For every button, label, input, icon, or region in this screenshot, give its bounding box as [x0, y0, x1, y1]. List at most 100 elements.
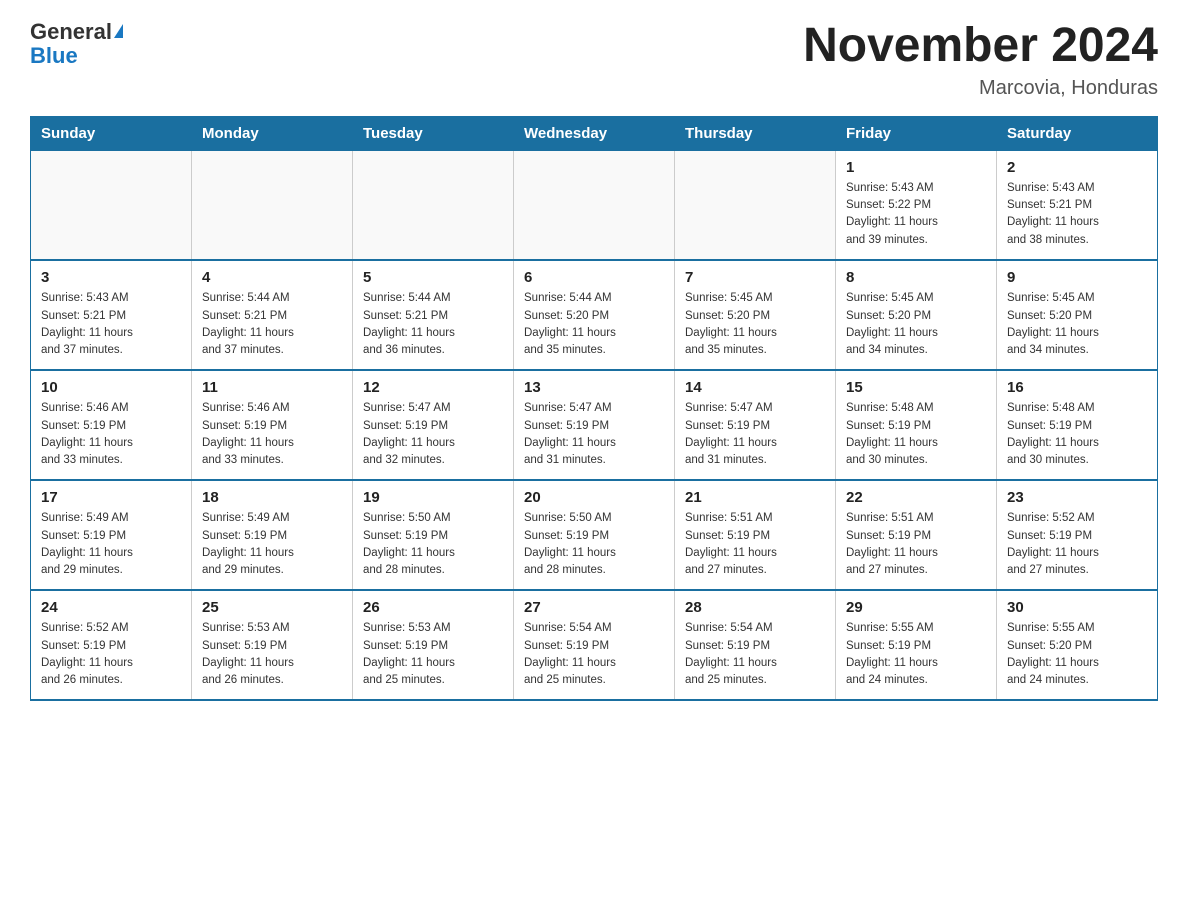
day-sun-info: Sunrise: 5:45 AM Sunset: 5:20 PM Dayligh… [1007, 290, 1147, 359]
logo-bottom: Blue [30, 44, 78, 68]
day-number: 30 [1007, 599, 1147, 616]
day-number: 3 [41, 269, 181, 286]
calendar-cell [192, 150, 353, 260]
weekday-header-friday: Friday [836, 116, 997, 150]
day-number: 1 [846, 159, 986, 176]
calendar-cell: 28 Sunrise: 5:54 AM Sunset: 5:19 PM Dayli… [675, 590, 836, 700]
day-sun-info: Sunrise: 5:52 AM Sunset: 5:19 PM Dayligh… [41, 620, 181, 689]
calendar-cell [675, 150, 836, 260]
day-number: 15 [846, 379, 986, 396]
day-sun-info: Sunrise: 5:48 AM Sunset: 5:19 PM Dayligh… [846, 400, 986, 469]
day-number: 28 [685, 599, 825, 616]
weekday-header-tuesday: Tuesday [353, 116, 514, 150]
calendar-header: SundayMondayTuesdayWednesdayThursdayFrid… [31, 116, 1158, 150]
day-sun-info: Sunrise: 5:47 AM Sunset: 5:19 PM Dayligh… [524, 400, 664, 469]
weekday-header-row: SundayMondayTuesdayWednesdayThursdayFrid… [31, 116, 1158, 150]
calendar-cell: 17 Sunrise: 5:49 AM Sunset: 5:19 PM Dayli… [31, 480, 192, 590]
day-number: 29 [846, 599, 986, 616]
calendar-cell: 20Sunrise: 5:50 AM Sunset: 5:19 PM Dayli… [514, 480, 675, 590]
day-sun-info: Sunrise: 5:44 AM Sunset: 5:21 PM Dayligh… [202, 290, 342, 359]
day-number: 21 [685, 489, 825, 506]
day-sun-info: Sunrise: 5:46 AM Sunset: 5:19 PM Dayligh… [41, 400, 181, 469]
day-sun-info: Sunrise: 5:43 AM Sunset: 5:21 PM Dayligh… [1007, 180, 1147, 249]
logo-blue-text: Blue [30, 43, 78, 68]
calendar-cell: 19 Sunrise: 5:50 AM Sunset: 5:19 PM Dayli… [353, 480, 514, 590]
calendar-cell: 9 Sunrise: 5:45 AM Sunset: 5:20 PM Daylig… [997, 260, 1158, 370]
calendar-cell [514, 150, 675, 260]
calendar-week-row: 3 Sunrise: 5:43 AM Sunset: 5:21 PM Daylig… [31, 260, 1158, 370]
calendar-week-row: 1 Sunrise: 5:43 AM Sunset: 5:22 PM Daylig… [31, 150, 1158, 260]
calendar-cell: 29Sunrise: 5:55 AM Sunset: 5:19 PM Dayli… [836, 590, 997, 700]
day-number: 4 [202, 269, 342, 286]
day-sun-info: Sunrise: 5:44 AM Sunset: 5:20 PM Dayligh… [524, 290, 664, 359]
day-number: 6 [524, 269, 664, 286]
day-sun-info: Sunrise: 5:43 AM Sunset: 5:22 PM Dayligh… [846, 180, 986, 249]
calendar-cell: 23Sunrise: 5:52 AM Sunset: 5:19 PM Dayli… [997, 480, 1158, 590]
calendar-cell: 4 Sunrise: 5:44 AM Sunset: 5:21 PM Daylig… [192, 260, 353, 370]
calendar-cell: 21 Sunrise: 5:51 AM Sunset: 5:19 PM Dayli… [675, 480, 836, 590]
day-sun-info: Sunrise: 5:53 AM Sunset: 5:19 PM Dayligh… [363, 620, 503, 689]
weekday-header-monday: Monday [192, 116, 353, 150]
calendar-cell: 7 Sunrise: 5:45 AM Sunset: 5:20 PM Daylig… [675, 260, 836, 370]
location: Marcovia, Honduras [803, 77, 1158, 100]
calendar-cell: 6 Sunrise: 5:44 AM Sunset: 5:20 PM Daylig… [514, 260, 675, 370]
day-sun-info: Sunrise: 5:48 AM Sunset: 5:19 PM Dayligh… [1007, 400, 1147, 469]
day-number: 20 [524, 489, 664, 506]
calendar-cell: 3 Sunrise: 5:43 AM Sunset: 5:21 PM Daylig… [31, 260, 192, 370]
calendar-cell: 24Sunrise: 5:52 AM Sunset: 5:19 PM Dayli… [31, 590, 192, 700]
day-number: 12 [363, 379, 503, 396]
day-sun-info: Sunrise: 5:53 AM Sunset: 5:19 PM Dayligh… [202, 620, 342, 689]
day-number: 13 [524, 379, 664, 396]
month-title: November 2024 [803, 20, 1158, 73]
day-sun-info: Sunrise: 5:47 AM Sunset: 5:19 PM Dayligh… [363, 400, 503, 469]
day-number: 26 [363, 599, 503, 616]
day-sun-info: Sunrise: 5:46 AM Sunset: 5:19 PM Dayligh… [202, 400, 342, 469]
day-sun-info: Sunrise: 5:49 AM Sunset: 5:19 PM Dayligh… [41, 510, 181, 579]
day-sun-info: Sunrise: 5:45 AM Sunset: 5:20 PM Dayligh… [846, 290, 986, 359]
logo-top: General [30, 20, 123, 44]
calendar-cell: 2 Sunrise: 5:43 AM Sunset: 5:21 PM Daylig… [997, 150, 1158, 260]
day-number: 5 [363, 269, 503, 286]
day-number: 9 [1007, 269, 1147, 286]
day-number: 17 [41, 489, 181, 506]
day-sun-info: Sunrise: 5:54 AM Sunset: 5:19 PM Dayligh… [524, 620, 664, 689]
calendar-cell [353, 150, 514, 260]
day-sun-info: Sunrise: 5:55 AM Sunset: 5:20 PM Dayligh… [1007, 620, 1147, 689]
weekday-header-wednesday: Wednesday [514, 116, 675, 150]
day-number: 14 [685, 379, 825, 396]
calendar-cell: 5Sunrise: 5:44 AM Sunset: 5:21 PM Daylig… [353, 260, 514, 370]
calendar-table: SundayMondayTuesdayWednesdayThursdayFrid… [30, 116, 1158, 702]
day-number: 11 [202, 379, 342, 396]
calendar-cell: 18Sunrise: 5:49 AM Sunset: 5:19 PM Dayli… [192, 480, 353, 590]
page-header: General Blue November 2024 Marcovia, Hon… [30, 20, 1158, 100]
day-number: 23 [1007, 489, 1147, 506]
day-sun-info: Sunrise: 5:43 AM Sunset: 5:21 PM Dayligh… [41, 290, 181, 359]
calendar-cell: 11 Sunrise: 5:46 AM Sunset: 5:19 PM Dayli… [192, 370, 353, 480]
logo-general-text: General [30, 19, 123, 44]
day-number: 8 [846, 269, 986, 286]
calendar-cell: 15 Sunrise: 5:48 AM Sunset: 5:19 PM Dayli… [836, 370, 997, 480]
day-number: 7 [685, 269, 825, 286]
weekday-header-sunday: Sunday [31, 116, 192, 150]
calendar-week-row: 17 Sunrise: 5:49 AM Sunset: 5:19 PM Dayli… [31, 480, 1158, 590]
day-sun-info: Sunrise: 5:45 AM Sunset: 5:20 PM Dayligh… [685, 290, 825, 359]
day-sun-info: Sunrise: 5:51 AM Sunset: 5:19 PM Dayligh… [846, 510, 986, 579]
logo-triangle-icon [114, 24, 123, 38]
day-number: 2 [1007, 159, 1147, 176]
calendar-cell: 22Sunrise: 5:51 AM Sunset: 5:19 PM Dayli… [836, 480, 997, 590]
day-sun-info: Sunrise: 5:47 AM Sunset: 5:19 PM Dayligh… [685, 400, 825, 469]
calendar-cell: 30 Sunrise: 5:55 AM Sunset: 5:20 PM Dayli… [997, 590, 1158, 700]
day-number: 16 [1007, 379, 1147, 396]
logo: General Blue [30, 20, 123, 68]
day-sun-info: Sunrise: 5:49 AM Sunset: 5:19 PM Dayligh… [202, 510, 342, 579]
day-sun-info: Sunrise: 5:54 AM Sunset: 5:19 PM Dayligh… [685, 620, 825, 689]
day-number: 19 [363, 489, 503, 506]
calendar-cell [31, 150, 192, 260]
calendar-cell: 10Sunrise: 5:46 AM Sunset: 5:19 PM Dayli… [31, 370, 192, 480]
calendar-cell: 14 Sunrise: 5:47 AM Sunset: 5:19 PM Dayli… [675, 370, 836, 480]
weekday-header-saturday: Saturday [997, 116, 1158, 150]
day-number: 27 [524, 599, 664, 616]
day-sun-info: Sunrise: 5:51 AM Sunset: 5:19 PM Dayligh… [685, 510, 825, 579]
weekday-header-thursday: Thursday [675, 116, 836, 150]
day-sun-info: Sunrise: 5:50 AM Sunset: 5:19 PM Dayligh… [363, 510, 503, 579]
